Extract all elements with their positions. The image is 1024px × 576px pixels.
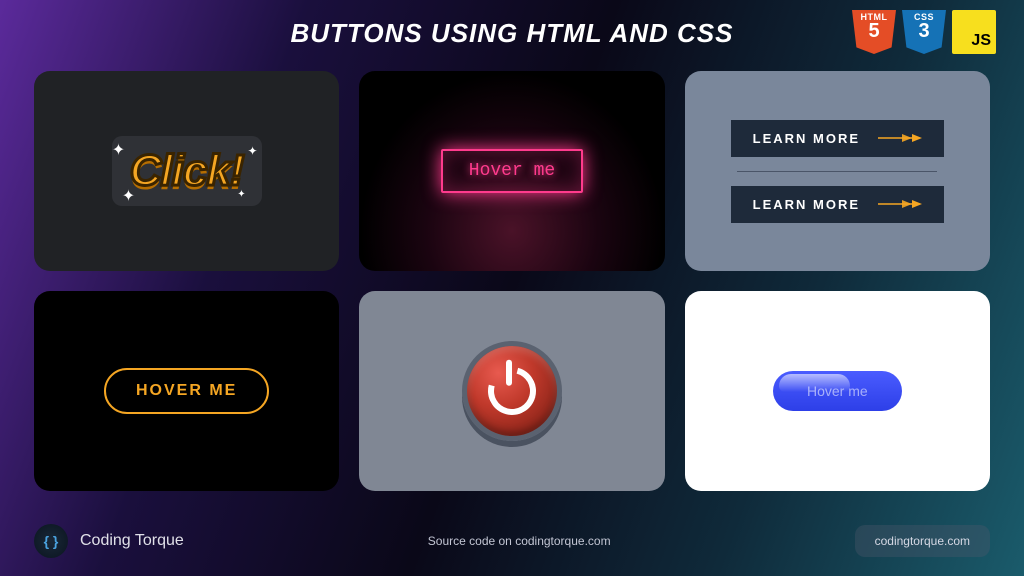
html5-badge: HTML 5 [852,10,896,60]
html-badge-version: 5 [868,20,879,43]
sparkle-icon: ✦ [112,140,125,160]
sparkle-icon: ✦ [248,144,258,158]
blue-pill-label: Hover me [807,383,868,399]
divider [737,171,937,172]
neon-button-label: Hover me [469,161,555,181]
arrow-right-icon [878,199,922,209]
site-url-pill[interactable]: codingtorque.com [855,525,990,557]
js-badge-label: JS [971,32,991,50]
brand-logo-icon: { } [34,524,68,558]
cards-grid: ✦ ✦ ✦ ✦ Click! Hover me LEARN MORE LEARN… [0,57,1024,491]
power-button[interactable] [462,341,562,441]
footer: { } Coding Torque Source code on codingt… [0,508,1024,576]
learn-more-button-2[interactable]: LEARN MORE [731,186,944,223]
card-click: ✦ ✦ ✦ ✦ Click! [34,71,339,271]
pill-button-label: HOVER ME [136,382,237,399]
sparkle-icon: ✦ [237,189,245,200]
brand-glyph: { } [44,533,59,549]
css3-badge: CSS 3 [902,10,946,60]
learn-more-label: LEARN MORE [753,197,860,212]
tech-badge-row: HTML 5 CSS 3 JS [852,10,996,60]
brand-name: Coding Torque [80,532,184,550]
card-blue-pill: Hover me [685,291,990,491]
hover-me-pill-button[interactable]: HOVER ME [104,368,269,414]
js-badge: JS [952,10,996,60]
power-icon [479,358,545,424]
brand: { } Coding Torque [34,524,184,558]
neon-hover-button[interactable]: Hover me [441,149,583,193]
header: BUTTONS USING HTML AND CSS HTML 5 CSS 3 … [0,0,1024,57]
card-power [359,291,664,491]
site-url-text: codingtorque.com [875,534,970,548]
card-pill-outline: HOVER ME [34,291,339,491]
click-button[interactable]: ✦ ✦ ✦ ✦ Click! [112,136,262,206]
css-badge-version: 3 [918,20,929,43]
learn-more-label: LEARN MORE [753,131,860,146]
source-caption: Source code on codingtorque.com [428,534,611,548]
arrow-right-icon [878,133,922,143]
blue-pill-button[interactable]: Hover me [773,371,902,411]
sparkle-icon: ✦ [122,186,135,206]
learn-more-button-1[interactable]: LEARN MORE [731,120,944,157]
page-title: BUTTONS USING HTML AND CSS [291,18,734,49]
card-neon: Hover me [359,71,664,271]
click-button-label: Click! [130,146,244,195]
card-learn-more: LEARN MORE LEARN MORE [685,71,990,271]
